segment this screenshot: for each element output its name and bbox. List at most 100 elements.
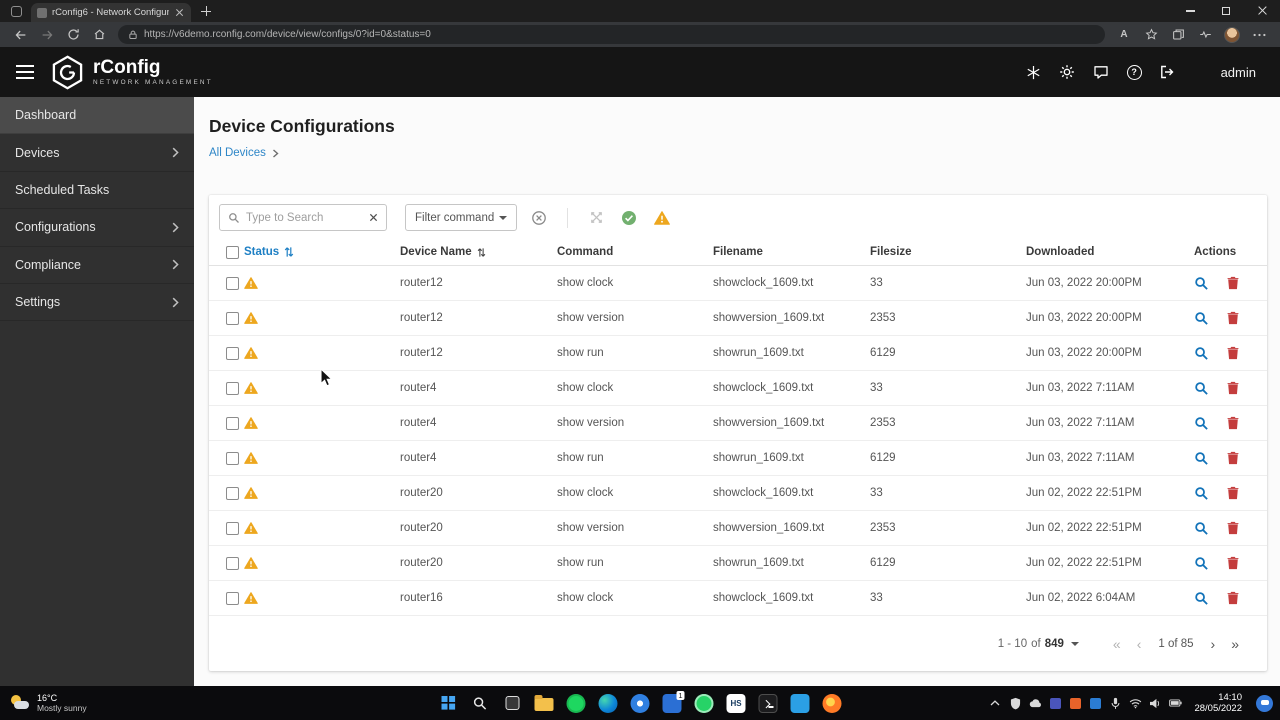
- address-bar[interactable]: https://v6demo.rconfig.com/device/view/c…: [118, 25, 1105, 44]
- logout-icon[interactable]: [1159, 64, 1176, 81]
- sidebar-item-configurations[interactable]: Configurations: [0, 209, 194, 247]
- delete-config-button[interactable]: [1227, 311, 1239, 325]
- chrome-icon[interactable]: [628, 691, 653, 716]
- sidebar-item-compliance[interactable]: Compliance: [0, 247, 194, 284]
- chat-notification-icon[interactable]: [1256, 694, 1273, 712]
- view-config-button[interactable]: [1194, 486, 1209, 501]
- whatsapp-icon[interactable]: [692, 691, 717, 716]
- profile-avatar[interactable]: [1224, 26, 1240, 43]
- search-input[interactable]: [246, 211, 363, 224]
- settings-ellipsis-icon[interactable]: [1246, 24, 1272, 45]
- row-checkbox[interactable]: [226, 521, 239, 535]
- mail-icon[interactable]: 1: [660, 690, 685, 716]
- view-config-button[interactable]: [1194, 311, 1209, 326]
- shield-icon[interactable]: [1008, 696, 1022, 710]
- task-view-icon[interactable]: [500, 691, 525, 716]
- delete-config-button[interactable]: [1227, 556, 1239, 570]
- chat-icon[interactable]: [1093, 64, 1110, 81]
- rconfig-logo-icon[interactable]: [49, 54, 86, 91]
- chevron-up-icon[interactable]: [988, 696, 1002, 710]
- sidebar-item-scheduled-tasks[interactable]: Scheduled Tasks: [0, 172, 194, 210]
- row-checkbox[interactable]: [226, 416, 239, 430]
- row-checkbox[interactable]: [226, 346, 239, 360]
- vscode-icon[interactable]: [788, 691, 813, 716]
- row-checkbox[interactable]: [226, 311, 239, 325]
- snowflake-icon[interactable]: [1025, 64, 1042, 81]
- row-checkbox[interactable]: [226, 486, 239, 500]
- breadcrumb-all-devices[interactable]: All Devices: [209, 147, 266, 159]
- new-tab-button[interactable]: [199, 4, 213, 18]
- check-circle-icon[interactable]: [621, 210, 637, 226]
- microphone-icon[interactable]: [1108, 696, 1122, 710]
- crossed-arrows-icon[interactable]: [589, 210, 604, 225]
- terminal-icon[interactable]: [756, 691, 781, 716]
- last-page-button[interactable]: »: [1223, 636, 1247, 652]
- column-status[interactable]: Status: [244, 246, 400, 258]
- spotify-icon[interactable]: [564, 691, 589, 716]
- tab-actions-icon[interactable]: [11, 5, 22, 17]
- weather-widget[interactable]: 16°C Mostly sunny: [0, 693, 87, 713]
- delete-config-button[interactable]: [1227, 486, 1239, 500]
- view-config-button[interactable]: [1194, 556, 1209, 571]
- row-checkbox[interactable]: [226, 556, 239, 570]
- view-config-button[interactable]: [1194, 451, 1209, 466]
- row-checkbox[interactable]: [226, 381, 239, 395]
- view-config-button[interactable]: [1194, 276, 1209, 291]
- filter-command-select[interactable]: Filter command: [405, 204, 517, 231]
- gear-icon[interactable]: [1059, 64, 1076, 81]
- next-page-button[interactable]: ›: [1203, 636, 1224, 652]
- view-config-button[interactable]: [1194, 591, 1209, 606]
- window-maximize-button[interactable]: [1208, 0, 1244, 22]
- clear-search-icon[interactable]: [369, 213, 378, 222]
- helpsystems-icon[interactable]: HS: [724, 691, 749, 716]
- volume-icon[interactable]: [1148, 696, 1162, 710]
- browser-tab[interactable]: rConfig6 - Network Configurati...: [31, 3, 191, 22]
- delete-config-button[interactable]: [1227, 381, 1239, 395]
- previous-page-button[interactable]: ‹: [1129, 636, 1150, 652]
- column-command[interactable]: Command: [557, 246, 713, 258]
- window-close-button[interactable]: [1244, 0, 1280, 22]
- select-all-checkbox[interactable]: [226, 245, 239, 259]
- view-config-button[interactable]: [1194, 521, 1209, 536]
- file-explorer-icon[interactable]: [532, 691, 557, 716]
- delete-config-button[interactable]: [1227, 276, 1239, 290]
- column-filesize[interactable]: Filesize: [870, 246, 1026, 258]
- view-config-button[interactable]: [1194, 346, 1209, 361]
- delete-config-button[interactable]: [1227, 416, 1239, 430]
- column-device-name[interactable]: Device Name: [400, 246, 557, 258]
- delete-config-button[interactable]: [1227, 346, 1239, 360]
- column-downloaded[interactable]: Downloaded: [1026, 246, 1194, 258]
- wifi-icon[interactable]: [1128, 696, 1142, 710]
- search-box[interactable]: [219, 204, 387, 231]
- sidebar-item-dashboard[interactable]: Dashboard: [0, 97, 194, 135]
- sidebar-item-settings[interactable]: Settings: [0, 284, 194, 322]
- home-button[interactable]: [86, 24, 112, 45]
- tab-close-icon[interactable]: [174, 7, 185, 18]
- sidebar-item-devices[interactable]: Devices: [0, 134, 194, 172]
- column-filename[interactable]: Filename: [713, 246, 870, 258]
- refresh-button[interactable]: [60, 24, 86, 45]
- view-config-button[interactable]: [1194, 381, 1209, 396]
- first-page-button[interactable]: «: [1105, 636, 1129, 652]
- window-minimize-button[interactable]: [1172, 0, 1208, 22]
- user-menu[interactable]: admin: [1221, 65, 1256, 80]
- back-button[interactable]: [8, 24, 34, 45]
- taskbar-clock[interactable]: 14:10 28/05/2022: [1194, 692, 1242, 714]
- taskbar-search-icon[interactable]: [468, 691, 493, 716]
- delete-config-button[interactable]: [1227, 521, 1239, 535]
- row-checkbox[interactable]: [226, 591, 239, 605]
- edge-icon[interactable]: [596, 691, 621, 716]
- read-aloud-icon[interactable]: A: [1111, 24, 1137, 45]
- start-button[interactable]: [436, 691, 461, 716]
- notepad-icon[interactable]: [1068, 696, 1082, 710]
- browser-essentials-icon[interactable]: [1192, 24, 1218, 45]
- collections-icon[interactable]: [1165, 24, 1191, 45]
- delete-config-button[interactable]: [1227, 451, 1239, 465]
- edge-tray-icon[interactable]: [1088, 696, 1102, 710]
- clear-filter-icon[interactable]: [531, 210, 547, 226]
- help-icon[interactable]: ?: [1126, 64, 1142, 80]
- forward-button[interactable]: [34, 24, 60, 45]
- delete-config-button[interactable]: [1227, 591, 1239, 605]
- teams-icon[interactable]: [1048, 696, 1062, 710]
- view-config-button[interactable]: [1194, 416, 1209, 431]
